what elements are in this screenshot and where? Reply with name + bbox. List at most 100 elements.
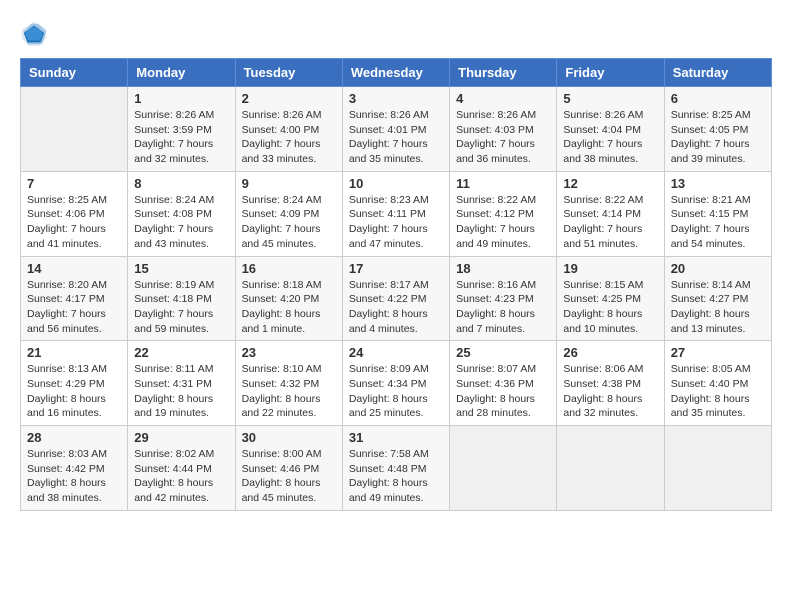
sunset: Sunset: 4:04 PM — [563, 124, 641, 136]
calendar-cell: 25 Sunrise: 8:07 AM Sunset: 4:36 PM Dayl… — [450, 341, 557, 426]
sunrise: Sunrise: 8:15 AM — [563, 279, 643, 291]
daylight: Daylight: 8 hours and 32 minutes. — [563, 393, 642, 420]
sunrise: Sunrise: 8:05 AM — [671, 363, 751, 375]
sunset: Sunset: 4:32 PM — [242, 378, 320, 390]
sunrise: Sunrise: 8:22 AM — [563, 194, 643, 206]
daylight: Daylight: 7 hours and 32 minutes. — [134, 138, 213, 165]
sunrise: Sunrise: 8:09 AM — [349, 363, 429, 375]
daylight: Daylight: 8 hours and 19 minutes. — [134, 393, 213, 420]
sunset: Sunset: 4:11 PM — [349, 208, 426, 220]
calendar-cell: 23 Sunrise: 8:10 AM Sunset: 4:32 PM Dayl… — [235, 341, 342, 426]
sunrise: Sunrise: 7:58 AM — [349, 448, 429, 460]
calendar-cell — [450, 426, 557, 511]
calendar-cell: 26 Sunrise: 8:06 AM Sunset: 4:38 PM Dayl… — [557, 341, 664, 426]
daylight: Daylight: 7 hours and 59 minutes. — [134, 308, 213, 335]
daylight: Daylight: 7 hours and 43 minutes. — [134, 223, 213, 250]
calendar-week-2: 7 Sunrise: 8:25 AM Sunset: 4:06 PM Dayli… — [21, 171, 772, 256]
calendar-header-saturday: Saturday — [664, 59, 771, 87]
day-number: 1 — [134, 91, 228, 106]
sunset: Sunset: 4:34 PM — [349, 378, 427, 390]
sunrise: Sunrise: 8:13 AM — [27, 363, 107, 375]
calendar-cell: 21 Sunrise: 8:13 AM Sunset: 4:29 PM Dayl… — [21, 341, 128, 426]
sunrise: Sunrise: 8:11 AM — [134, 363, 213, 375]
daylight: Daylight: 8 hours and 38 minutes. — [27, 477, 106, 504]
sunrise: Sunrise: 8:18 AM — [242, 279, 322, 291]
calendar-cell: 28 Sunrise: 8:03 AM Sunset: 4:42 PM Dayl… — [21, 426, 128, 511]
sunset: Sunset: 4:00 PM — [242, 124, 320, 136]
calendar-cell: 14 Sunrise: 8:20 AM Sunset: 4:17 PM Dayl… — [21, 256, 128, 341]
sunrise: Sunrise: 8:19 AM — [134, 279, 214, 291]
daylight: Daylight: 8 hours and 4 minutes. — [349, 308, 428, 335]
sunset: Sunset: 4:06 PM — [27, 208, 105, 220]
sunset: Sunset: 4:05 PM — [671, 124, 749, 136]
daylight: Daylight: 7 hours and 45 minutes. — [242, 223, 321, 250]
calendar-cell: 6 Sunrise: 8:25 AM Sunset: 4:05 PM Dayli… — [664, 87, 771, 172]
calendar-cell: 29 Sunrise: 8:02 AM Sunset: 4:44 PM Dayl… — [128, 426, 235, 511]
sunset: Sunset: 4:22 PM — [349, 293, 427, 305]
day-number: 15 — [134, 261, 228, 276]
day-number: 3 — [349, 91, 443, 106]
sunrise: Sunrise: 8:06 AM — [563, 363, 643, 375]
daylight: Daylight: 7 hours and 35 minutes. — [349, 138, 428, 165]
day-number: 10 — [349, 176, 443, 191]
day-info: Sunrise: 8:26 AM Sunset: 3:59 PM Dayligh… — [134, 108, 228, 167]
calendar-header-friday: Friday — [557, 59, 664, 87]
sunset: Sunset: 4:46 PM — [242, 463, 320, 475]
sunrise: Sunrise: 8:02 AM — [134, 448, 214, 460]
day-number: 23 — [242, 345, 336, 360]
day-info: Sunrise: 8:09 AM Sunset: 4:34 PM Dayligh… — [349, 362, 443, 421]
sunrise: Sunrise: 8:26 AM — [242, 109, 322, 121]
day-number: 26 — [563, 345, 657, 360]
calendar-cell: 22 Sunrise: 8:11 AM Sunset: 4:31 PM Dayl… — [128, 341, 235, 426]
calendar-cell: 19 Sunrise: 8:15 AM Sunset: 4:25 PM Dayl… — [557, 256, 664, 341]
sunrise: Sunrise: 8:17 AM — [349, 279, 429, 291]
daylight: Daylight: 7 hours and 36 minutes. — [456, 138, 535, 165]
sunset: Sunset: 4:31 PM — [134, 378, 212, 390]
sunset: Sunset: 4:27 PM — [671, 293, 749, 305]
day-info: Sunrise: 8:13 AM Sunset: 4:29 PM Dayligh… — [27, 362, 121, 421]
daylight: Daylight: 7 hours and 33 minutes. — [242, 138, 321, 165]
sunset: Sunset: 4:44 PM — [134, 463, 212, 475]
calendar-header-sunday: Sunday — [21, 59, 128, 87]
day-number: 25 — [456, 345, 550, 360]
day-info: Sunrise: 8:05 AM Sunset: 4:40 PM Dayligh… — [671, 362, 765, 421]
sunrise: Sunrise: 8:26 AM — [456, 109, 536, 121]
daylight: Daylight: 7 hours and 39 minutes. — [671, 138, 750, 165]
calendar-cell: 8 Sunrise: 8:24 AM Sunset: 4:08 PM Dayli… — [128, 171, 235, 256]
daylight: Daylight: 8 hours and 28 minutes. — [456, 393, 535, 420]
calendar-cell: 3 Sunrise: 8:26 AM Sunset: 4:01 PM Dayli… — [342, 87, 449, 172]
sunset: Sunset: 4:23 PM — [456, 293, 534, 305]
daylight: Daylight: 8 hours and 35 minutes. — [671, 393, 750, 420]
day-info: Sunrise: 8:26 AM Sunset: 4:00 PM Dayligh… — [242, 108, 336, 167]
sunset: Sunset: 4:42 PM — [27, 463, 105, 475]
calendar-cell: 11 Sunrise: 8:22 AM Sunset: 4:12 PM Dayl… — [450, 171, 557, 256]
sunrise: Sunrise: 8:14 AM — [671, 279, 751, 291]
day-number: 5 — [563, 91, 657, 106]
sunrise: Sunrise: 8:23 AM — [349, 194, 429, 206]
calendar-cell: 12 Sunrise: 8:22 AM Sunset: 4:14 PM Dayl… — [557, 171, 664, 256]
day-info: Sunrise: 8:02 AM Sunset: 4:44 PM Dayligh… — [134, 447, 228, 506]
daylight: Daylight: 7 hours and 56 minutes. — [27, 308, 106, 335]
day-number: 18 — [456, 261, 550, 276]
day-number: 27 — [671, 345, 765, 360]
sunrise: Sunrise: 8:25 AM — [27, 194, 107, 206]
calendar-header-row: SundayMondayTuesdayWednesdayThursdayFrid… — [21, 59, 772, 87]
sunset: Sunset: 4:25 PM — [563, 293, 641, 305]
calendar-cell: 7 Sunrise: 8:25 AM Sunset: 4:06 PM Dayli… — [21, 171, 128, 256]
day-number: 2 — [242, 91, 336, 106]
calendar-week-4: 21 Sunrise: 8:13 AM Sunset: 4:29 PM Dayl… — [21, 341, 772, 426]
calendar-header-monday: Monday — [128, 59, 235, 87]
calendar-cell: 30 Sunrise: 8:00 AM Sunset: 4:46 PM Dayl… — [235, 426, 342, 511]
sunrise: Sunrise: 8:26 AM — [349, 109, 429, 121]
calendar-cell: 9 Sunrise: 8:24 AM Sunset: 4:09 PM Dayli… — [235, 171, 342, 256]
sunset: Sunset: 4:38 PM — [563, 378, 641, 390]
daylight: Daylight: 8 hours and 22 minutes. — [242, 393, 321, 420]
day-number: 29 — [134, 430, 228, 445]
daylight: Daylight: 8 hours and 16 minutes. — [27, 393, 106, 420]
logo — [20, 20, 50, 48]
day-info: Sunrise: 8:22 AM Sunset: 4:14 PM Dayligh… — [563, 193, 657, 252]
day-number: 8 — [134, 176, 228, 191]
calendar-week-5: 28 Sunrise: 8:03 AM Sunset: 4:42 PM Dayl… — [21, 426, 772, 511]
day-info: Sunrise: 8:07 AM Sunset: 4:36 PM Dayligh… — [456, 362, 550, 421]
day-number: 31 — [349, 430, 443, 445]
